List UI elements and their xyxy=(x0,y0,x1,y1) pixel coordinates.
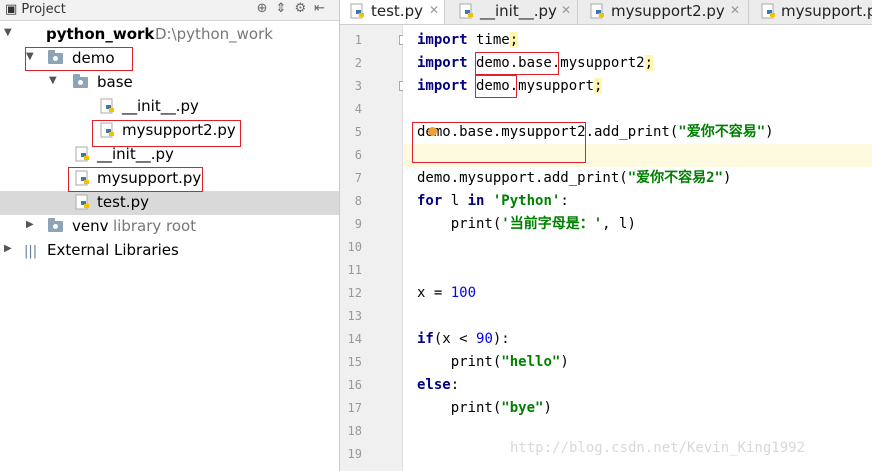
tab-test-py[interactable]: test.py ✕ xyxy=(340,0,445,24)
python-file-icon xyxy=(75,194,89,210)
line-number: 11 xyxy=(347,263,362,277)
folder-icon xyxy=(73,74,88,88)
tree-item-label: venv xyxy=(72,217,109,235)
line-number: 12 xyxy=(347,286,362,300)
tree-item-external-libraries[interactable]: ▶ ||| External Libraries xyxy=(0,239,339,263)
line-number: 10 xyxy=(347,240,362,254)
chevron-right-icon[interactable]: ▶ xyxy=(4,243,12,254)
tree-item-venv[interactable]: ▶ venv library root xyxy=(0,215,339,239)
python-file-icon xyxy=(459,3,473,19)
line-number: 14 xyxy=(347,332,362,346)
close-icon[interactable]: ✕ xyxy=(429,3,439,17)
tree-item-path: D:\python_work xyxy=(155,25,273,43)
line-number-gutter: 1 2 3 4 5 6 7 8 9 10 11 12 13 14 15 16 1… xyxy=(340,25,403,471)
tree-item-label: test.py xyxy=(97,193,149,211)
chevron-down-icon[interactable]: ▼ xyxy=(49,75,57,86)
project-panel: ▣ Project ⊕⇕⚙⇤ ▼ python_work D:\python_w… xyxy=(0,0,340,471)
editor-tabs: test.py ✕ __init__.py ✕ mysupport2.py ✕ … xyxy=(340,0,872,25)
tab-label: __init__.py xyxy=(480,2,557,20)
line-number: 4 xyxy=(354,102,362,116)
tree-item-label: base xyxy=(97,73,133,91)
project-panel-header: ▣ Project ⊕⇕⚙⇤ xyxy=(0,0,339,21)
close-icon[interactable]: ✕ xyxy=(730,3,740,17)
gear-icon[interactable]: ⚙ xyxy=(294,1,314,16)
code-line-16: else: xyxy=(417,377,460,393)
close-icon[interactable]: ✕ xyxy=(561,3,571,17)
collapse-icon[interactable]: ⇕ xyxy=(276,1,295,16)
code-line-9: print('当前字母是：', l) xyxy=(417,216,636,232)
hide-icon[interactable]: ⇤ xyxy=(314,1,333,16)
line-number: 8 xyxy=(354,194,362,208)
tree-item-label: __init__.py xyxy=(122,97,199,115)
chevron-down-icon[interactable]: ▼ xyxy=(4,27,12,38)
line-number: 5 xyxy=(354,125,362,139)
python-file-icon xyxy=(761,3,775,19)
library-icon: ||| xyxy=(24,244,38,259)
tree-item-label: python_work xyxy=(46,25,155,43)
tree-item-label: __init__.py xyxy=(97,145,174,163)
line-number: 17 xyxy=(347,401,362,415)
python-file-icon xyxy=(100,98,114,114)
panel-toolbar: ⊕⇕⚙⇤ xyxy=(257,1,333,16)
tree-item-sub: library root xyxy=(113,217,197,235)
tab-mysupport-py[interactable]: mysupport.p xyxy=(749,0,872,24)
tree-item-label: External Libraries xyxy=(47,241,179,259)
annotation-box xyxy=(475,52,559,75)
watermark: http://blog.csdn.net/Kevin_King1992 xyxy=(510,440,806,456)
tab-label: mysupport2.py xyxy=(611,2,725,20)
annotation-box xyxy=(68,167,203,192)
annotation-box xyxy=(92,120,241,147)
tree-item-base-init[interactable]: __init__.py xyxy=(0,95,339,119)
line-number: 7 xyxy=(354,171,362,185)
line-number: 19 xyxy=(347,447,362,461)
target-icon[interactable]: ⊕ xyxy=(257,1,276,16)
folder-icon xyxy=(48,218,63,232)
line-number: 2 xyxy=(354,56,362,70)
tab-label: test.py xyxy=(371,2,423,20)
annotation-box xyxy=(412,122,586,163)
code-line-17: print("bye") xyxy=(417,400,552,416)
code-line-1: import time; xyxy=(417,32,519,48)
line-number: 3 xyxy=(354,79,362,93)
chevron-right-icon[interactable]: ▶ xyxy=(26,219,34,230)
python-file-icon xyxy=(75,146,89,162)
code-line-12: x = 100 xyxy=(417,285,477,301)
line-number: 13 xyxy=(347,309,362,323)
project-panel-title[interactable]: ▣ Project xyxy=(5,2,66,17)
tree-item-python-work[interactable]: ▼ python_work D:\python_work xyxy=(0,23,339,47)
tab-init-py[interactable]: __init__.py ✕ xyxy=(445,0,578,24)
code-editor[interactable]: import time; import demo.base.mysupport2… xyxy=(403,25,872,471)
python-file-icon xyxy=(590,3,604,19)
line-number: 9 xyxy=(354,217,362,231)
line-number: 15 xyxy=(347,355,362,369)
annotation-box xyxy=(475,75,517,98)
annotation-box xyxy=(25,47,133,71)
python-file-icon xyxy=(350,3,364,19)
line-number: 6 xyxy=(354,148,362,162)
line-number: 1 xyxy=(354,33,362,47)
code-line-8: for l in 'Python': xyxy=(417,193,569,209)
code-line-14: if(x < 90): xyxy=(417,331,510,347)
tab-mysupport2-py[interactable]: mysupport2.py ✕ xyxy=(578,0,749,24)
tree-item-test[interactable]: test.py xyxy=(0,191,339,215)
line-number: 16 xyxy=(347,378,362,392)
line-number: 18 xyxy=(347,424,362,438)
code-line-7: demo.mysupport.add_print("爱你不容易2") xyxy=(417,170,732,186)
code-line-15: print("hello") xyxy=(417,354,569,370)
tab-label: mysupport.p xyxy=(781,2,872,20)
tree-item-base[interactable]: ▼ base xyxy=(0,71,339,95)
